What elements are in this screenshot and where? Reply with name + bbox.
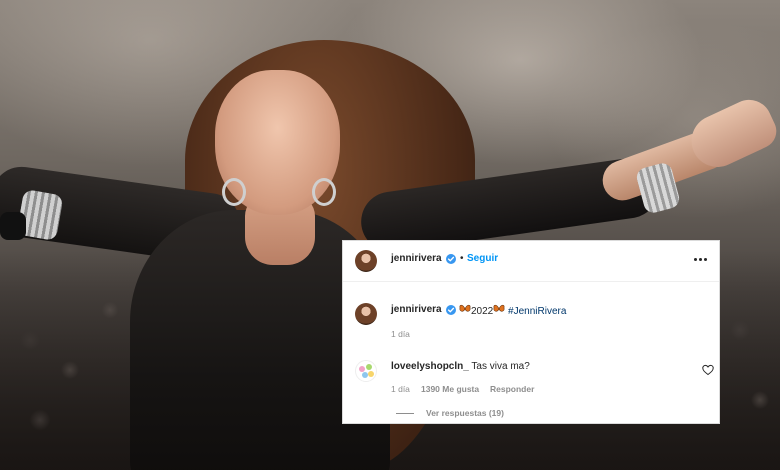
more-options-icon[interactable] bbox=[693, 251, 709, 267]
replies-divider bbox=[396, 413, 414, 414]
comment-text: Tas viva ma? bbox=[471, 361, 530, 372]
commenter-avatar[interactable] bbox=[355, 360, 377, 382]
header-username[interactable]: jennirivera bbox=[391, 253, 442, 264]
comment-username[interactable]: loveelyshopcln_ bbox=[391, 361, 469, 372]
comment: loveelyshopcln_ Tas viva ma? bbox=[391, 361, 530, 372]
left-earring bbox=[222, 178, 246, 206]
post-header: jennirivera • Seguir bbox=[343, 241, 719, 282]
caption-text: 2022 #JenniRivera bbox=[459, 304, 566, 317]
comment-time: 1 día bbox=[391, 384, 410, 394]
verified-badge-icon bbox=[446, 254, 456, 264]
butterfly-icon bbox=[493, 304, 505, 317]
view-replies-button[interactable]: Ver respuestas (19) bbox=[426, 408, 504, 418]
heart-icon[interactable] bbox=[702, 363, 714, 376]
right-earring bbox=[312, 178, 336, 206]
caption-avatar[interactable] bbox=[355, 303, 377, 325]
comment-likes[interactable]: 1390 Me gusta bbox=[421, 384, 479, 394]
caption-hashtag[interactable]: #JenniRivera bbox=[508, 306, 566, 317]
caption-username[interactable]: jennirivera bbox=[391, 304, 442, 315]
profile-avatar[interactable] bbox=[355, 250, 377, 272]
caption-year: 2022 bbox=[471, 306, 494, 317]
butterfly-icon bbox=[459, 304, 471, 317]
caption-verified-badge-icon bbox=[446, 305, 456, 315]
follow-button[interactable]: Seguir bbox=[467, 253, 498, 264]
microphone bbox=[0, 212, 26, 240]
instagram-post-card: jennirivera • Seguir jennirivera 2022 #J… bbox=[342, 240, 720, 424]
separator-dot: • bbox=[460, 253, 464, 264]
caption-time: 1 día bbox=[391, 329, 410, 339]
reply-button[interactable]: Responder bbox=[490, 384, 534, 394]
